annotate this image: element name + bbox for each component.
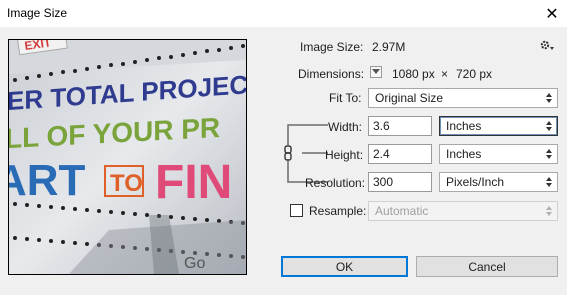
height-input[interactable]: 2.4 (368, 144, 432, 164)
dimensions-height: 720 px (456, 67, 493, 81)
dimensions-label: Dimensions: (298, 67, 365, 81)
updown-arrow-icon (546, 121, 552, 131)
width-unit-select[interactable]: Inches (439, 116, 558, 136)
image-preview[interactable]: EXIT ER TOTAL PROJECT MA LL OF YOUR PR A… (8, 39, 247, 275)
close-icon: ✕ (545, 5, 559, 23)
chain-link-icon (284, 145, 292, 161)
resolution-unit-select[interactable]: Pixels/Inch (439, 172, 558, 192)
title-bar: Image Size ✕ (0, 0, 567, 27)
resolution-value: 300 (373, 175, 394, 189)
cancel-button[interactable]: Cancel (416, 256, 558, 277)
settings-gear[interactable] (540, 38, 554, 52)
updown-arrow-icon (546, 93, 552, 103)
resolution-label: Resolution: (305, 176, 366, 190)
window-title: Image Size (7, 6, 68, 20)
updown-arrow-icon (546, 177, 552, 187)
resample-checkbox[interactable] (290, 204, 303, 217)
fit-to-value: Original Size (375, 91, 444, 105)
updown-arrow-icon (546, 149, 552, 159)
preview-line-5: FIN (155, 156, 232, 209)
resolution-input[interactable]: 300 (368, 172, 432, 192)
width-value: 3.6 (373, 119, 390, 133)
preview-image: EXIT ER TOTAL PROJECT MA LL OF YOUR PR A… (9, 40, 246, 274)
height-value: 2.4 (373, 147, 390, 161)
height-label: Height: (325, 148, 364, 162)
resample-method-select: Automatic (368, 201, 558, 221)
cancel-button-label: Cancel (468, 259, 506, 274)
ok-button-label: OK (335, 259, 354, 274)
chevron-down-icon (372, 69, 380, 74)
resolution-unit-value: Pixels/Inch (446, 175, 505, 189)
resample-method-value: Automatic (375, 204, 429, 218)
width-unit-value: Inches (446, 119, 482, 133)
width-label: Width: (328, 120, 363, 134)
close-button[interactable]: ✕ (537, 0, 567, 27)
image-size-value: 2.97M (372, 40, 406, 54)
fit-to-label: Fit To: (329, 91, 362, 105)
image-size-label: Image Size: (300, 40, 364, 54)
gear-icon (540, 40, 554, 50)
resample-label: Resample: (309, 204, 367, 218)
dimensions-times: × (441, 67, 449, 81)
preview-line-3: ART (9, 156, 86, 205)
preview-bottom-tag: Go (184, 255, 205, 272)
width-input[interactable]: 3.6 (368, 116, 432, 136)
height-unit-value: Inches (446, 147, 482, 161)
dimensions-units-toggle[interactable] (370, 66, 382, 78)
dimensions-width: 1080 px (392, 67, 435, 81)
height-unit-select[interactable]: Inches (439, 144, 558, 164)
fit-to-select[interactable]: Original Size (368, 88, 558, 108)
updown-arrow-icon (546, 206, 552, 216)
ok-button[interactable]: OK (281, 256, 408, 277)
preview-line-4: TO (110, 170, 143, 197)
